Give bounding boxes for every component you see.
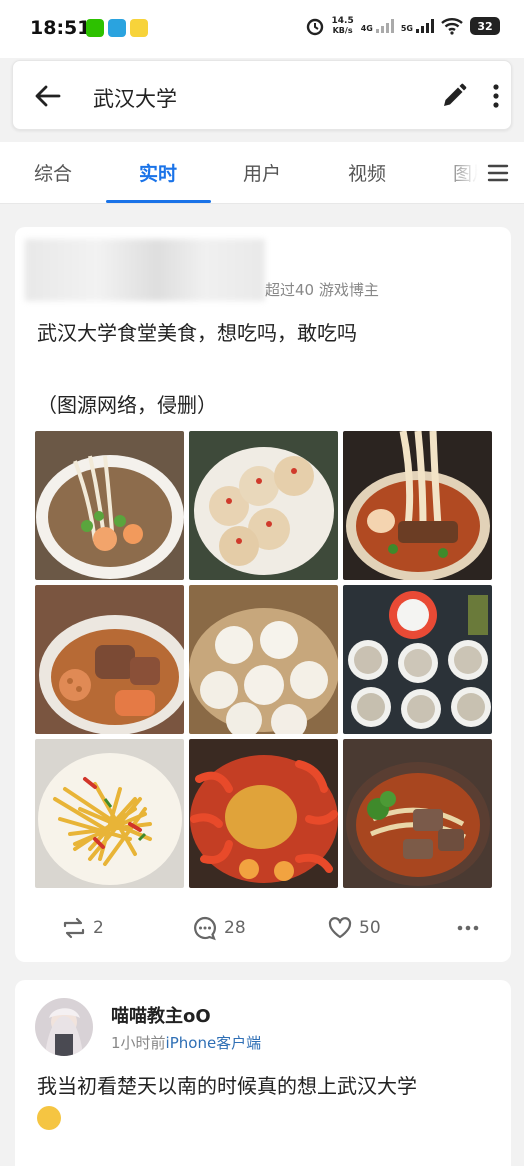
like-count: 50 (359, 918, 381, 938)
post-text: 武汉大学食堂美食，想吃吗，敢吃吗 (37, 321, 357, 345)
search-query[interactable]: 武汉大学 (93, 83, 177, 113)
app-notification-icon (130, 19, 148, 37)
status-bar: 18:51 14.5 KB/s 4G 5G 32 (0, 0, 524, 58)
wechat-icon (86, 19, 104, 37)
signal-4g-icon: 4G (361, 19, 394, 33)
food-photo[interactable] (35, 431, 184, 580)
post-actions: 2 28 50 (15, 907, 511, 947)
food-photo[interactable] (189, 739, 338, 888)
blurred-author-header (25, 239, 265, 301)
laughing-emoji-icon (37, 1106, 61, 1130)
battery-indicator: 32 (470, 17, 500, 35)
more-options-button[interactable] (455, 915, 481, 941)
tab-users[interactable]: 用户 (243, 159, 281, 186)
comment-count: 28 (224, 918, 246, 938)
more-horizontal-icon (457, 925, 479, 931)
status-time: 18:51 (30, 17, 91, 39)
search-bar: 武汉大学 (12, 60, 512, 130)
post-text-note: （图源网络，侵删） (37, 393, 217, 417)
repost-count: 2 (93, 918, 104, 938)
food-photo[interactable] (343, 585, 492, 734)
heart-icon (328, 917, 352, 939)
like-button[interactable]: 50 (327, 915, 381, 941)
food-photo[interactable] (343, 431, 492, 580)
more-vertical-icon[interactable] (484, 82, 508, 110)
edit-pencil-icon[interactable] (440, 82, 468, 110)
food-photo[interactable] (189, 585, 338, 734)
tab-comprehensive[interactable]: 综合 (34, 159, 72, 186)
active-tab-indicator (106, 200, 211, 203)
alarm-icon (306, 18, 323, 36)
post-meta: 1小时前iPhone客户端 (111, 1032, 261, 1053)
tab-videos[interactable]: 视频 (348, 159, 386, 186)
author-verified-label: 超过40 游戏博主 (265, 281, 379, 299)
food-photo[interactable] (189, 431, 338, 580)
post-source[interactable]: iPhone客户端 (166, 1034, 262, 1052)
tab-menu-icon[interactable] (487, 164, 509, 182)
back-arrow-icon[interactable] (33, 81, 63, 111)
signal-5g-icon: 5G (401, 19, 434, 33)
net-speed: 14.5 KB/s (331, 16, 354, 36)
food-photo[interactable] (343, 739, 492, 888)
comment-button[interactable]: 28 (192, 915, 246, 941)
food-photo[interactable] (35, 585, 184, 734)
repost-button[interactable]: 2 (61, 915, 104, 941)
search-tabs: 综合 实时 用户 视频 图片 (0, 142, 524, 204)
comment-icon (194, 916, 216, 941)
username[interactable]: 喵喵教主oO (111, 1002, 211, 1028)
post-card[interactable]: 喵喵教主oO 1小时前iPhone客户端 我当初看楚天以南的时候真的想上武汉大学 (15, 980, 511, 1166)
post-text: 我当初看楚天以南的时候真的想上武汉大学 (37, 1074, 417, 1098)
tab-realtime[interactable]: 实时 (139, 159, 177, 186)
avatar[interactable] (35, 998, 93, 1056)
post-card[interactable]: 超过40 游戏博主 武汉大学食堂美食，想吃吗，敢吃吗 （图源网络，侵删） 2 2… (15, 227, 511, 962)
tabs-fade (440, 142, 524, 202)
image-grid (35, 431, 492, 888)
post-time: 1小时前 (111, 1034, 166, 1052)
telegram-icon (108, 19, 126, 37)
wifi-icon (441, 18, 463, 35)
food-photo[interactable] (35, 739, 184, 888)
repost-icon (63, 917, 85, 939)
